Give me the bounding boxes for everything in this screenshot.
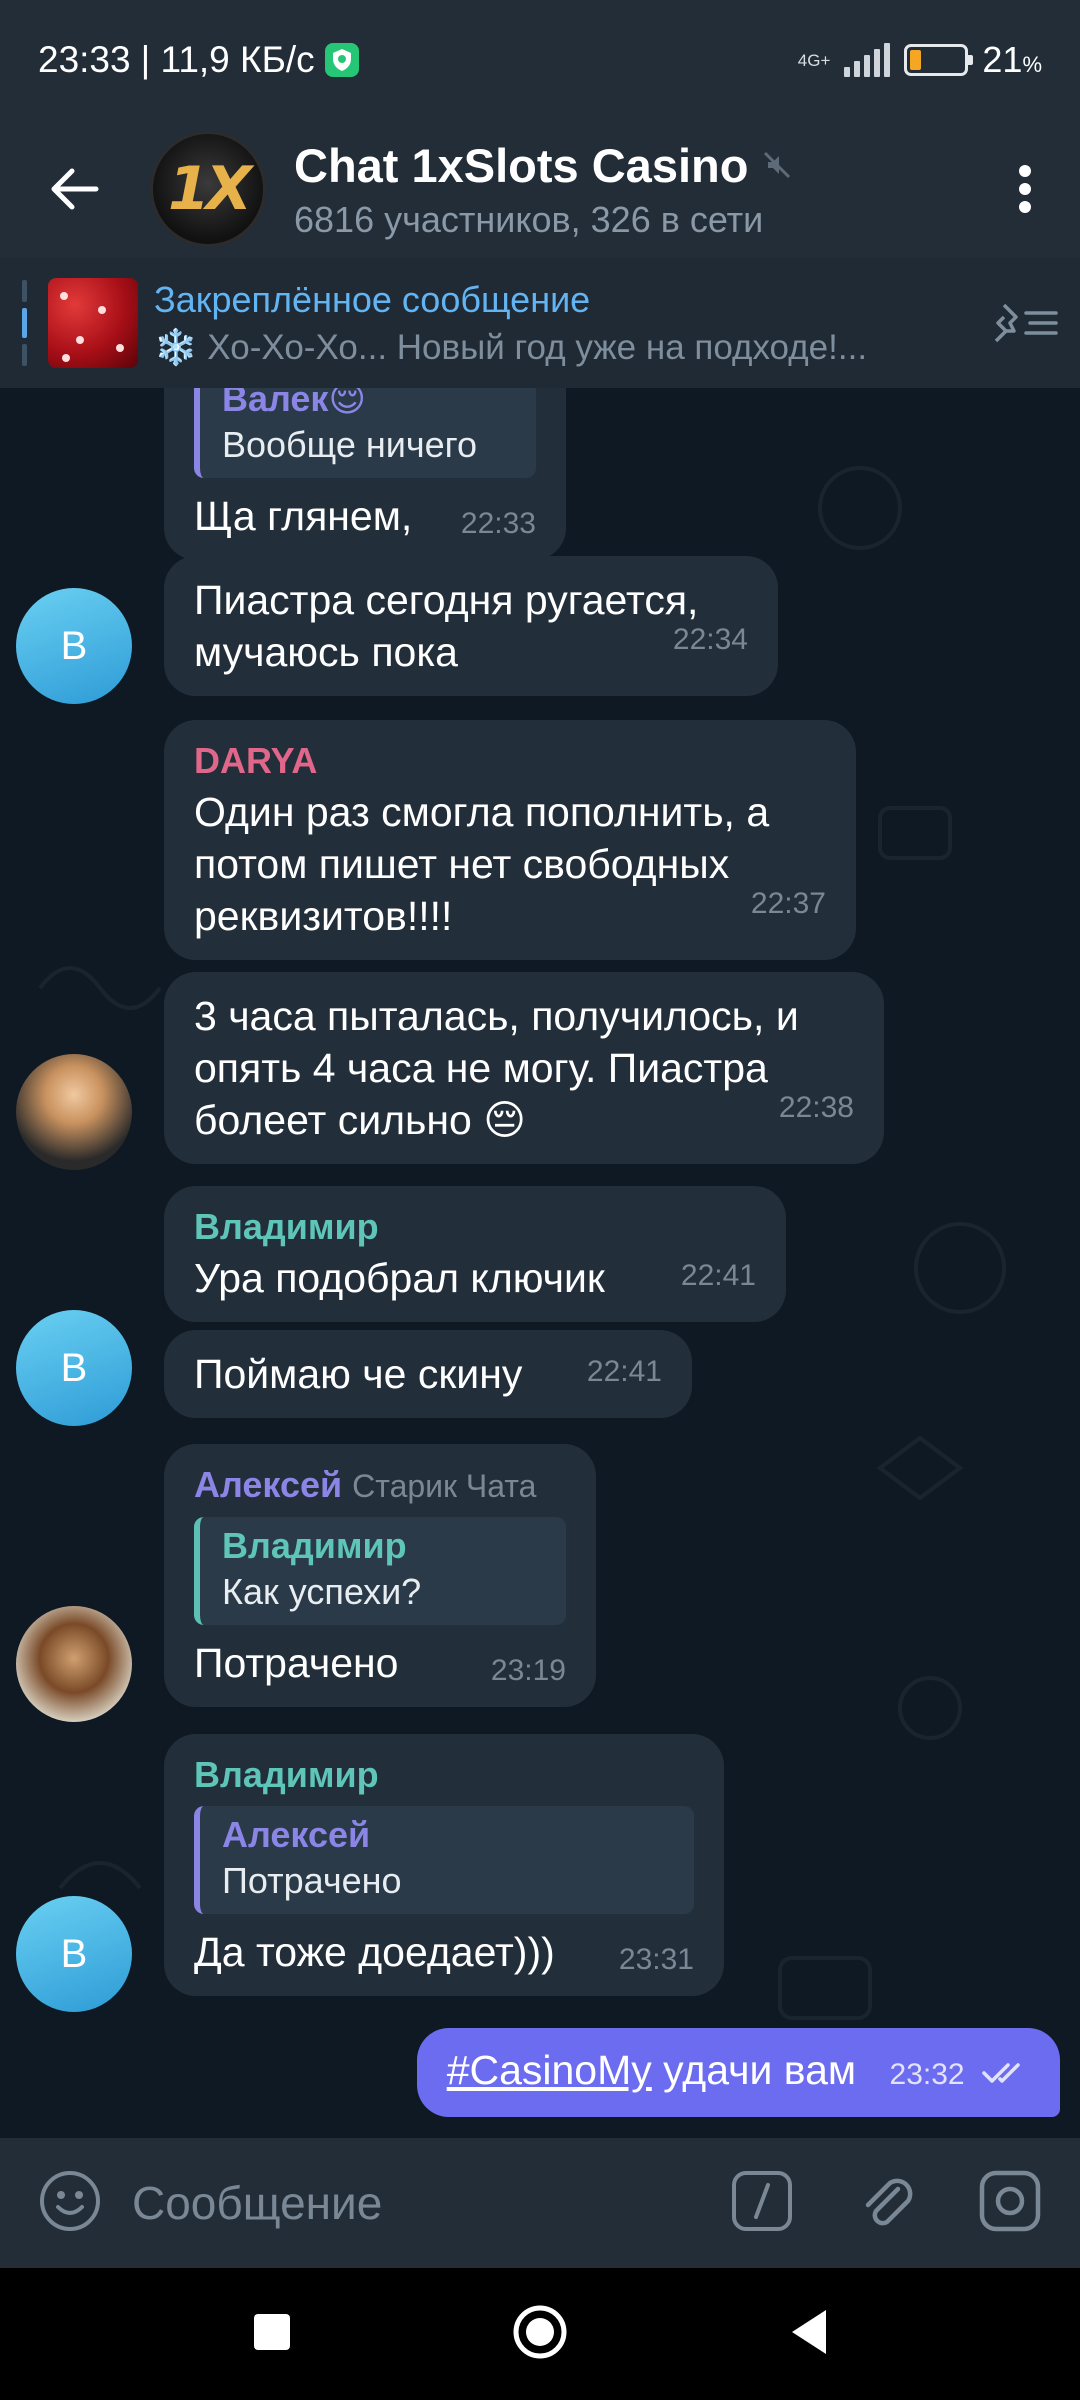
pinned-text: Закреплённое сообщение ❄️ Хо-Хо-Хо... Но… bbox=[154, 279, 954, 368]
message-time: 22:34 bbox=[672, 623, 748, 656]
pinned-preview: ❄️ Хо-Хо-Хо... Новый год уже на подходе!… bbox=[154, 327, 868, 367]
smiley-icon bbox=[40, 2170, 100, 2231]
paperclip-icon bbox=[865, 2178, 913, 2225]
message-time: 22:41 bbox=[680, 1259, 756, 1292]
network-type: 4G+ bbox=[797, 50, 831, 70]
battery-percent: 21% bbox=[982, 39, 1042, 80]
sender-admin-tag: Старик Чата bbox=[352, 1468, 537, 1504]
message-text: Пиастра сегодня ругается, мучаюсь пока bbox=[194, 577, 699, 675]
message-bubble[interactable]: DARYA Один раз смогла пополнить, а потом… bbox=[164, 720, 856, 960]
message-bubble[interactable]: Владимир Алексей Потрачено Да тоже доеда… bbox=[164, 1734, 724, 1996]
sender-name[interactable]: DARYA bbox=[194, 738, 826, 784]
chat-avatar-logo: 1X bbox=[167, 154, 252, 224]
message-text: Потрачено bbox=[194, 1640, 399, 1686]
system-navigation-bar bbox=[0, 2268, 1080, 2400]
message-bubble[interactable]: Валек😌 Вообще ничего Ща глянем, 22:33 bbox=[164, 388, 566, 560]
sender-name-text: Алексей bbox=[194, 1464, 343, 1505]
reply-quote[interactable]: Алексей Потрачено bbox=[194, 1806, 694, 1914]
chat-avatar[interactable]: 1X bbox=[150, 131, 266, 247]
chat-members-count: 6816 участников, 326 в сети bbox=[294, 198, 764, 240]
message-bubble[interactable]: 3 часа пыталась, получилось, и опять 4 ч… bbox=[164, 972, 884, 1164]
status-bar: 23:33 | 11,9 КБ/с 4G+ 21% bbox=[0, 0, 1080, 120]
reply-quote-text: Как успехи? bbox=[222, 1571, 422, 1612]
slash-command-icon bbox=[732, 2170, 792, 2231]
more-menu-button[interactable] bbox=[970, 120, 1080, 258]
bot-commands-button[interactable] bbox=[730, 2169, 794, 2238]
avatar[interactable]: B bbox=[16, 1896, 132, 2012]
message-time: 22:38 bbox=[778, 1091, 854, 1124]
message-text: удачи вам bbox=[651, 2047, 857, 2093]
pinned-title: Закреплённое сообщение bbox=[154, 278, 591, 320]
message-text: Ща глянем, bbox=[194, 493, 413, 539]
reply-quote-name: Владимир bbox=[222, 1525, 407, 1566]
triangle-back-icon bbox=[792, 2309, 826, 2354]
status-speed: | 11,9 КБ/с bbox=[140, 39, 315, 80]
message-time: 23:31 bbox=[618, 1943, 694, 1976]
emoji-button[interactable] bbox=[38, 2169, 102, 2238]
status-right: 4G+ 21% bbox=[798, 39, 1042, 81]
message-bubble[interactable]: Пиастра сегодня ругается, мучаюсь пока 2… bbox=[164, 556, 778, 696]
home-button[interactable] bbox=[512, 2304, 568, 2365]
reply-quote-text: Потрачено bbox=[222, 1860, 402, 1901]
outgoing-message-bubble[interactable]: #CasinoMy удачи вам 23:32 bbox=[416, 2028, 1060, 2117]
instant-camera-icon bbox=[979, 2170, 1041, 2231]
message-list[interactable]: Валек😌 Вообще ничего Ща глянем, 22:33 B … bbox=[0, 388, 1080, 2138]
message-text: 3 часа пыталась, получилось, и опять 4 ч… bbox=[194, 993, 799, 1143]
home-circle-icon bbox=[513, 2305, 567, 2358]
sender-name[interactable]: Владимир bbox=[194, 1204, 756, 1250]
double-check-icon bbox=[982, 2063, 1020, 2083]
reply-quote-name: Валек😌 bbox=[222, 388, 366, 419]
arrow-left-icon bbox=[51, 168, 99, 210]
message-composer: Сообщение bbox=[0, 2138, 1080, 2268]
unpin-button[interactable] bbox=[970, 301, 1080, 345]
avatar[interactable]: B bbox=[16, 1310, 132, 1426]
chat-title: Chat 1xSlots Casino bbox=[294, 138, 749, 192]
pinned-indicator bbox=[22, 280, 28, 366]
reply-quote[interactable]: Владимир Как успехи? bbox=[194, 1517, 566, 1625]
hashtag-link[interactable]: #CasinoMy bbox=[447, 2047, 652, 2093]
camera-button[interactable] bbox=[978, 2169, 1042, 2238]
attach-button[interactable] bbox=[854, 2169, 918, 2238]
pinned-message-bar[interactable]: Закреплённое сообщение ❄️ Хо-Хо-Хо... Но… bbox=[0, 258, 1080, 388]
reply-quote-name: Алексей bbox=[222, 1814, 371, 1855]
sender-name[interactable]: Алексей Старик Чата bbox=[194, 1462, 566, 1509]
message-bubble[interactable]: Алексей Старик Чата Владимир Как успехи?… bbox=[164, 1444, 596, 1707]
pinned-thumbnail bbox=[48, 278, 138, 368]
message-input[interactable]: Сообщение bbox=[132, 2176, 382, 2230]
more-vert-icon bbox=[1019, 165, 1031, 213]
back-nav-button[interactable] bbox=[788, 2308, 828, 2361]
avatar[interactable] bbox=[16, 1054, 132, 1170]
message-time: 23:32 bbox=[889, 2058, 965, 2091]
message-bubble[interactable]: Владимир Ура подобрал ключик 22:41 bbox=[164, 1186, 786, 1322]
message-text: Один раз смогла пополнить, а потом пишет… bbox=[194, 789, 770, 939]
signal-icon bbox=[844, 43, 891, 77]
message-text: Ура подобрал ключик bbox=[194, 1255, 605, 1301]
avatar[interactable] bbox=[16, 1606, 132, 1722]
status-left: 23:33 | 11,9 КБ/с bbox=[38, 39, 359, 81]
vpn-shield-icon bbox=[324, 43, 359, 77]
message-text: Поймаю че скину bbox=[194, 1351, 523, 1397]
status-time: 23:33 bbox=[38, 39, 131, 80]
reply-quote[interactable]: Валек😌 Вообще ничего bbox=[194, 388, 536, 478]
reply-quote-text: Вообще ничего bbox=[222, 424, 478, 465]
recents-button[interactable] bbox=[252, 2312, 292, 2357]
message-bubble[interactable]: Поймаю че скину 22:41 bbox=[164, 1330, 692, 1418]
message-time: 22:41 bbox=[586, 1355, 662, 1388]
message-text: Да тоже доедает))) bbox=[194, 1929, 555, 1975]
avatar[interactable]: B bbox=[16, 588, 132, 704]
battery-icon bbox=[904, 44, 974, 76]
chat-info[interactable]: Chat 1xSlots Casino 6816 участников, 326… bbox=[294, 138, 792, 241]
message-time: 22:37 bbox=[750, 887, 826, 920]
sender-name[interactable]: Владимир bbox=[194, 1752, 694, 1798]
back-button[interactable] bbox=[0, 120, 150, 258]
pin-list-icon bbox=[994, 303, 1058, 343]
square-icon bbox=[254, 2313, 290, 2350]
message-time: 23:19 bbox=[490, 1654, 566, 1687]
muted-icon bbox=[764, 151, 791, 179]
chat-header: 1X Chat 1xSlots Casino 6816 участников, … bbox=[0, 120, 1080, 258]
message-time: 22:33 bbox=[460, 507, 536, 540]
